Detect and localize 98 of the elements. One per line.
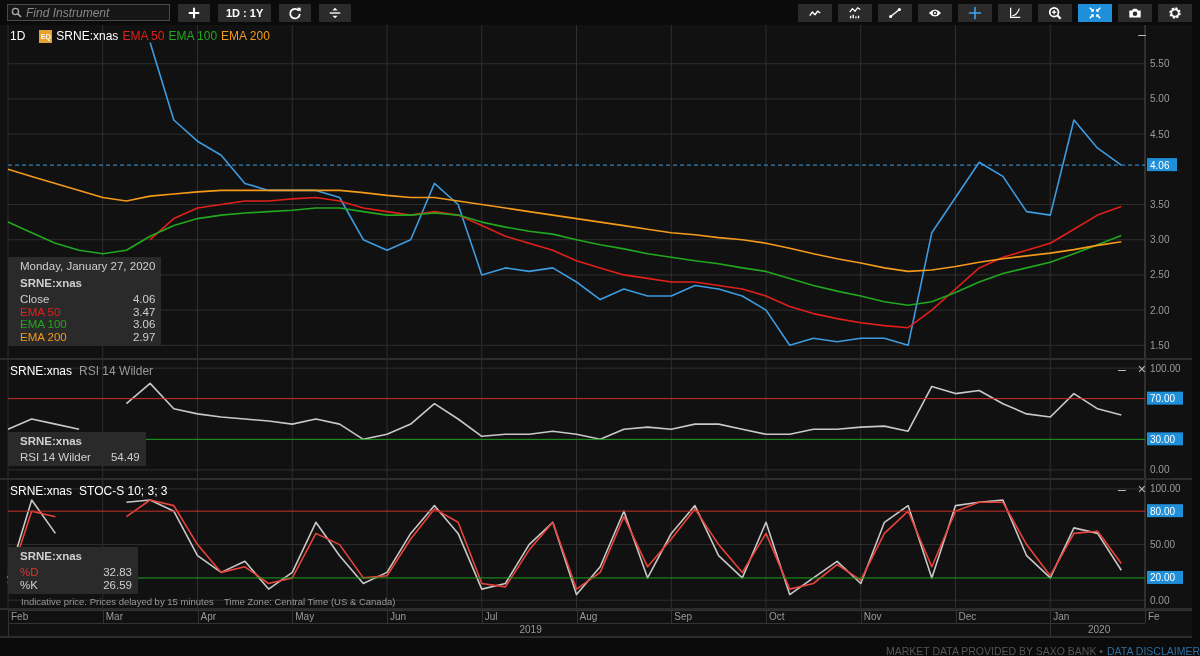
month-label: Aug xyxy=(576,611,672,623)
panel-control[interactable]: – xyxy=(1118,361,1126,377)
value-tag: 30.00 xyxy=(1147,432,1183,446)
fit-icon xyxy=(1088,5,1102,20)
tooltip-label: EMA 200 xyxy=(20,330,67,343)
refresh-button[interactable] xyxy=(279,3,312,22)
axis-label: 100.00 xyxy=(1150,483,1181,495)
tooltip-label: %D xyxy=(20,566,39,579)
month-label: Mar xyxy=(102,611,198,623)
tool-button[interactable] xyxy=(1118,3,1152,22)
search-field[interactable]: Find Instrument xyxy=(7,4,170,21)
value-tag: 70.00 xyxy=(1147,391,1183,405)
interval-label: 1D xyxy=(10,29,26,43)
disclaimer-link[interactable]: DATA DISCLAIMER xyxy=(1107,645,1200,656)
range-button[interactable]: 1D : 1Y xyxy=(218,3,272,22)
value-tag: 4.06 xyxy=(1147,158,1177,172)
ref-line-label: 80.00 xyxy=(1150,505,1176,517)
month-label: Apr xyxy=(197,611,293,623)
legend-label: EMA 50 xyxy=(122,29,165,43)
curve-icon xyxy=(1008,5,1022,20)
month-label: Feb xyxy=(8,611,103,623)
month-label: Sep xyxy=(671,611,766,623)
axis-label: 1.50 xyxy=(1150,339,1170,351)
tool-button[interactable] xyxy=(878,3,912,22)
value-tag: 80.00 xyxy=(1147,504,1183,518)
panel-control[interactable]: – xyxy=(1138,26,1146,42)
tooltip-value: 2.97 xyxy=(132,330,156,343)
tooltip-date: Monday, January 27, 2020 xyxy=(20,260,156,272)
tooltip-label: EMA 100 xyxy=(20,318,67,331)
tool-button[interactable] xyxy=(1158,3,1192,22)
month-label: Jan xyxy=(1050,611,1145,623)
study-label: STOC-S 10; 3; 3 xyxy=(79,484,168,498)
month-label: Jun xyxy=(387,611,482,623)
trend-line-icon xyxy=(888,5,902,20)
year-label: 2020 xyxy=(1088,624,1111,635)
axis-label: 50.00 xyxy=(1150,539,1176,551)
axis-label: 0.00 xyxy=(1150,594,1170,606)
axis-label: 4.50 xyxy=(1150,128,1170,140)
tooltip-label: EMA 50 xyxy=(20,305,61,318)
tool-button[interactable] xyxy=(838,3,872,22)
axis-label: 5.00 xyxy=(1150,93,1170,105)
tool-button[interactable] xyxy=(998,3,1032,22)
tooltip-symbol: SRNE:xnas xyxy=(20,550,83,562)
add-button[interactable] xyxy=(178,3,210,22)
symbol-label: SRNE:xnas xyxy=(56,29,119,43)
tooltip-value: 3.47 xyxy=(132,305,156,318)
month-label: Nov xyxy=(860,611,956,623)
tool-button[interactable] xyxy=(1078,3,1112,22)
month-label: Oct xyxy=(766,611,861,623)
fit-height-button[interactable] xyxy=(319,3,352,22)
data-credit: MARKET DATA PROVIDED BY SAXO BANK • xyxy=(886,645,1104,656)
month-label: Dec xyxy=(955,611,1051,623)
tooltip-value: 54.49 xyxy=(110,450,140,463)
symbol-label: SRNE:xnas xyxy=(10,364,73,378)
ref-line-label: 4.06 xyxy=(1150,159,1170,171)
tooltip-value: 26.59 xyxy=(103,578,132,591)
month-label: May xyxy=(292,611,387,623)
line-volume-icon xyxy=(848,5,862,20)
axis-label: 5.50 xyxy=(1150,58,1170,70)
refresh-icon xyxy=(288,5,303,20)
axis-label: 3.50 xyxy=(1150,199,1170,210)
tooltip-value: 3.06 xyxy=(132,318,156,331)
axis-label: 3.00 xyxy=(1150,234,1170,246)
plus-icon xyxy=(187,5,201,20)
ref-line-label: 20.00 xyxy=(1150,572,1176,584)
axis-label: 2.50 xyxy=(1150,269,1170,281)
tooltip-value: 32.83 xyxy=(103,566,132,579)
ref-line-label: 30.00 xyxy=(1150,433,1176,445)
axis-label: 0.00 xyxy=(1150,464,1170,476)
tooltip-label: %K xyxy=(20,578,38,591)
tooltip-label: RSI 14 Wilder xyxy=(20,450,91,463)
tooltip-symbol: SRNE:xnas xyxy=(20,434,83,447)
axis-label: 2.00 xyxy=(1150,304,1170,316)
fit-height-icon xyxy=(328,5,343,20)
axis-label: 100.00 xyxy=(1150,362,1181,374)
tooltip-value: 4.06 xyxy=(132,293,156,306)
zoom-in-icon xyxy=(1048,5,1062,20)
search-icon xyxy=(11,7,22,18)
tool-button[interactable] xyxy=(918,3,952,22)
tooltip-symbol: SRNE:xnas xyxy=(20,277,83,289)
study-label: RSI 14 Wilder xyxy=(79,364,154,378)
delay-notice: Indicative price. Prices delayed by 15 minutes Time Zone: Central Time (US & Canada) xyxy=(21,596,396,607)
panel-control[interactable]: – xyxy=(1118,481,1126,497)
tooltip-label: Close xyxy=(20,293,50,306)
year-label: 2019 xyxy=(519,624,542,635)
crosshair-icon xyxy=(968,5,982,20)
settings-icon xyxy=(1168,5,1182,20)
month-label: Fe xyxy=(1145,611,1160,623)
panel-control[interactable]: × xyxy=(1137,361,1146,377)
legend-label: EMA 100 xyxy=(168,29,218,43)
month-label: Jul xyxy=(481,611,577,623)
symbol-label: SRNE:xnas xyxy=(10,484,73,498)
legend-label: EMA 200 xyxy=(221,29,270,43)
panel-control[interactable]: × xyxy=(1137,481,1146,497)
tool-button[interactable] xyxy=(1038,3,1072,22)
value-tag: 20.00 xyxy=(1147,570,1183,584)
ref-line-label: 70.00 xyxy=(1150,393,1176,405)
tool-button[interactable] xyxy=(798,3,832,22)
